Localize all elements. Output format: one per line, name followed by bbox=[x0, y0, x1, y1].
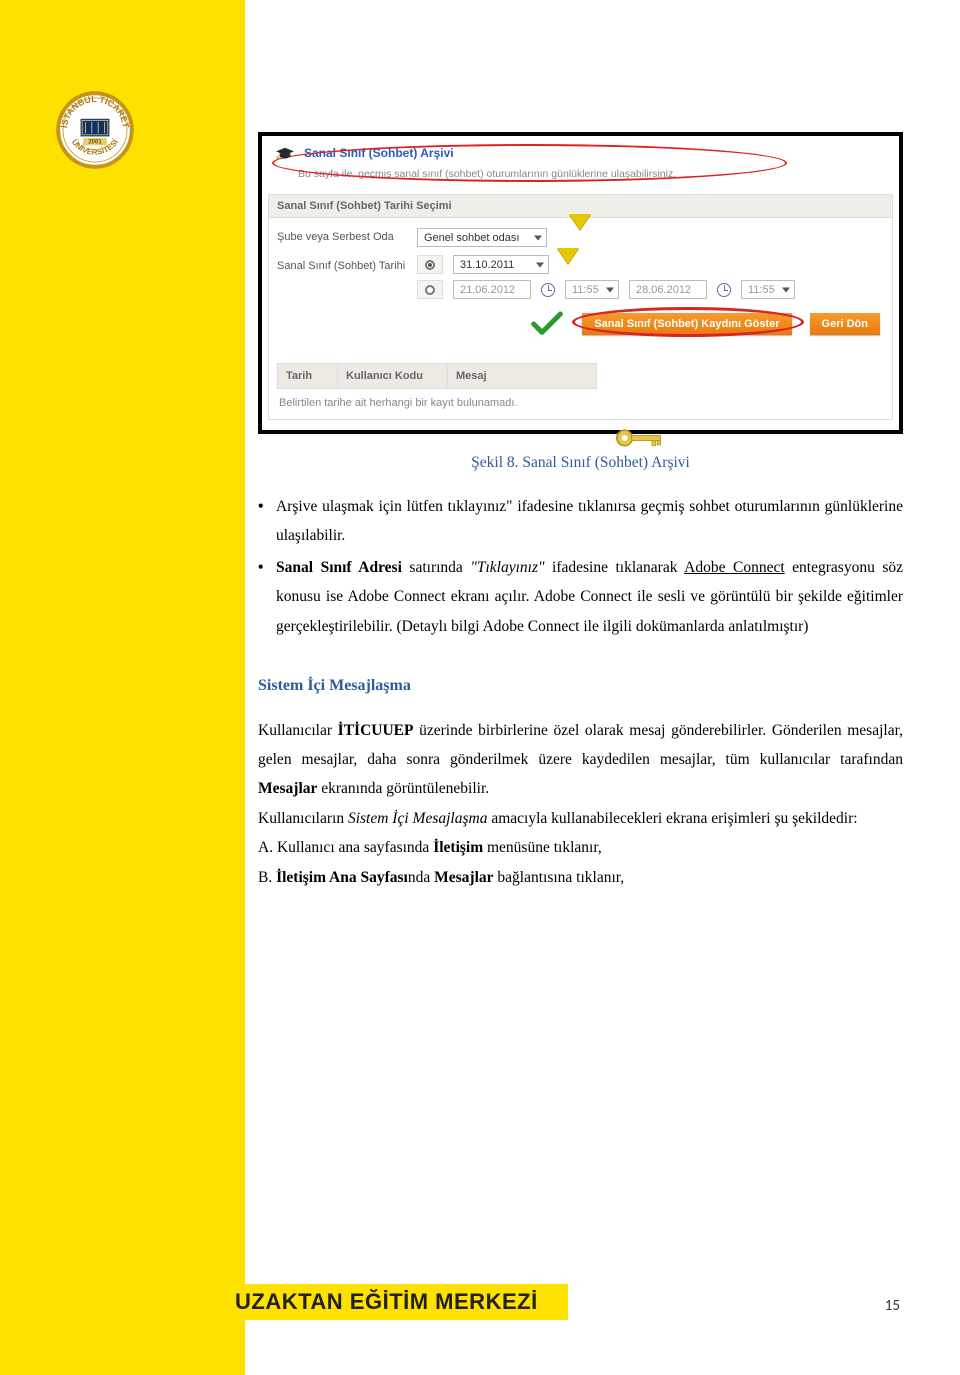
screenshot-panel: Sanal Sınıf (Sohbet) Arşivi Bu sayfa ile… bbox=[258, 132, 903, 434]
cap-icon bbox=[274, 146, 296, 164]
archive-title: Sanal Sınıf (Sohbet) Arşivi bbox=[304, 146, 454, 160]
section-paragraph: Kullanıcıların Sistem İçi Mesajlaşma ama… bbox=[258, 804, 903, 833]
clock-icon bbox=[541, 283, 555, 297]
date-label: Sanal Sınıf (Sohbet) Tarihi bbox=[277, 259, 417, 273]
checkmark-icon bbox=[530, 309, 564, 339]
section-paragraph: Kullanıcılar İTİCUUEP üzerinde birbirler… bbox=[258, 716, 903, 804]
single-date-value: 31.10.2011 bbox=[460, 259, 514, 271]
no-results-text: Belirtilen tarihe ait herhangi bir kayıt… bbox=[277, 389, 884, 409]
col-date: Tarih bbox=[278, 364, 338, 388]
col-msg: Mesaj bbox=[448, 364, 596, 388]
svg-text:2001: 2001 bbox=[88, 140, 102, 146]
list-item-a: A. Kullanıcı ana sayfasında İletişim men… bbox=[258, 833, 903, 862]
section-title: Sistem İçi Mesajlaşma bbox=[258, 671, 903, 701]
show-record-button[interactable]: Sanal Sınıf (Sohbet) Kaydını Göster bbox=[582, 313, 791, 335]
clock-icon bbox=[717, 283, 731, 297]
col-user: Kullanıcı Kodu bbox=[338, 364, 448, 388]
range-start-date[interactable]: 21.06.2012 bbox=[453, 280, 531, 299]
sidebar-yellow bbox=[0, 0, 245, 1375]
body-text: Arşive ulaşmak için lütfen tıklayınız" i… bbox=[258, 492, 903, 892]
content-area: Sanal Sınıf (Sohbet) Arşivi Bu sayfa ile… bbox=[258, 132, 903, 892]
footer-text: UZAKTAN EĞİTİM MERKEZİ bbox=[235, 1289, 538, 1315]
key-icon bbox=[614, 426, 666, 450]
bullet-item: Sanal Sınıf Adresi satırında "Tıklayınız… bbox=[276, 553, 903, 641]
archive-subtitle: Bu sayfa ile, geçmiş sanal sınıf (sohbet… bbox=[298, 168, 893, 180]
range-start-time[interactable]: 11:55 bbox=[565, 280, 619, 299]
pointer-icon bbox=[569, 214, 591, 230]
room-label: Şube veya Serbest Oda bbox=[277, 230, 417, 244]
back-button[interactable]: Geri Dön bbox=[810, 313, 880, 335]
bullet-item: Arşive ulaşmak için lütfen tıklayınız" i… bbox=[276, 492, 903, 551]
radio-date-range[interactable] bbox=[417, 280, 443, 299]
range-end-date[interactable]: 28.06.2012 bbox=[629, 280, 707, 299]
figure-caption: Şekil 8. Sanal Sınıf (Sohbet) Arşivi bbox=[258, 454, 903, 472]
room-select[interactable]: Genel sohbet odası bbox=[417, 228, 547, 247]
university-logo: İSTANBUL TİCARET ÜNİVERSİTESİ 2001 bbox=[55, 90, 135, 175]
room-value: Genel sohbet odası bbox=[424, 232, 519, 244]
radio-single-date[interactable] bbox=[417, 255, 443, 274]
pointer-icon bbox=[557, 248, 579, 264]
range-end-time[interactable]: 11:55 bbox=[741, 280, 795, 299]
page-number: 15 bbox=[885, 1297, 900, 1315]
results-table: Tarih Kullanıcı Kodu Mesaj bbox=[277, 363, 597, 389]
single-date-select[interactable]: 31.10.2011 bbox=[453, 255, 549, 274]
list-item-b: B. İletişim Ana Sayfasında Mesajlar bağl… bbox=[258, 863, 903, 892]
footer-bar: UZAKTAN EĞİTİM MERKEZİ bbox=[145, 1284, 568, 1320]
